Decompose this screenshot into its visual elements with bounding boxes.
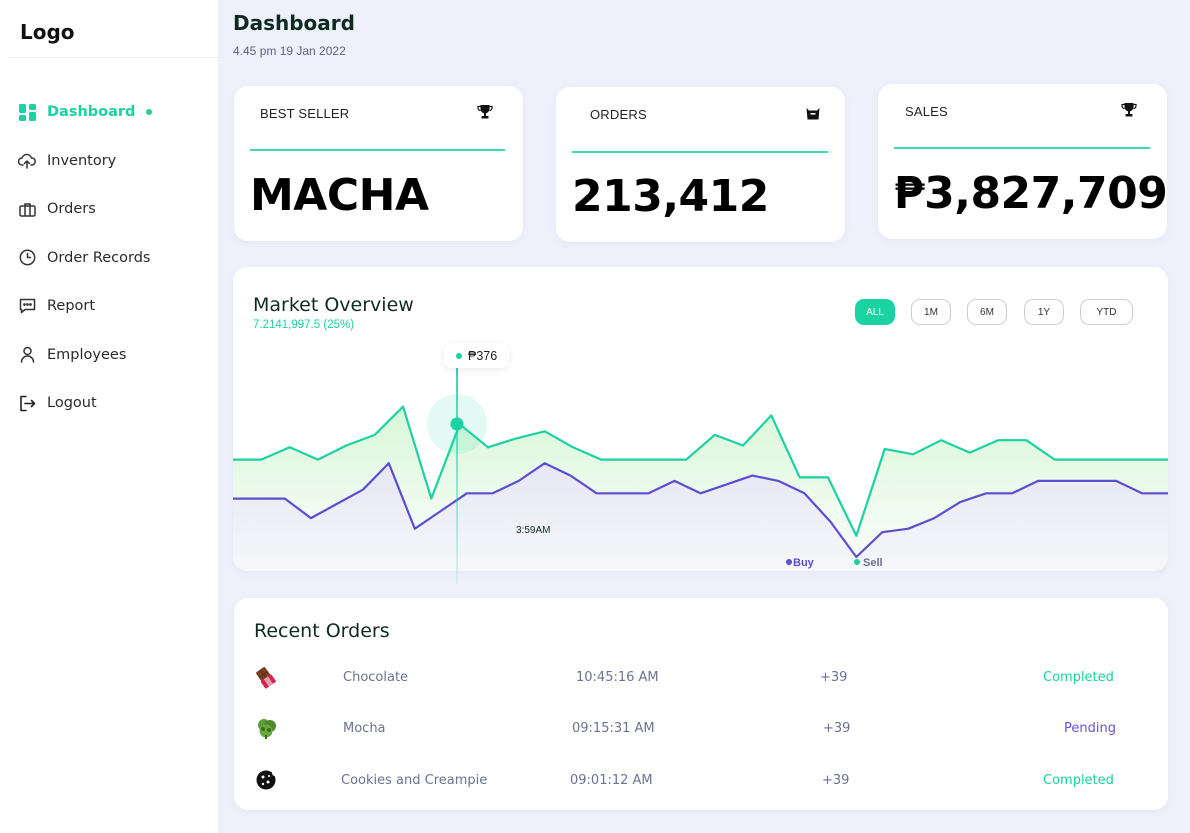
range-6m-button[interactable]: 6M — [967, 299, 1007, 325]
sidebar-item-report[interactable]: Report — [18, 282, 208, 331]
order-time: 10:45:16 AM — [576, 670, 659, 685]
trophy-icon — [1121, 102, 1139, 120]
order-item-name: Cookies and Creampie — [341, 773, 488, 788]
best-seller-card: BEST SELLER MACHA — [234, 86, 523, 241]
chart-tooltip: ₱376 — [444, 343, 510, 368]
order-status-badge: Completed — [1043, 773, 1114, 788]
sidebar-item-label: Report — [47, 298, 96, 315]
page-datetime: 4.45 pm 19 Jan 2022 — [233, 44, 346, 58]
sidebar-item-inventory[interactable]: Inventory — [18, 137, 208, 186]
sidebar-item-label: Dashboard — [47, 104, 136, 121]
active-dot — [146, 109, 153, 116]
order-qty: +39 — [820, 670, 848, 685]
market-overview-card: Market Overview 7.2141,997.5 (25%) ALL 1… — [233, 267, 1168, 571]
range-1m-button[interactable]: 1M — [911, 299, 951, 325]
logo[interactable]: Logo — [20, 20, 75, 44]
sidebar-item-orders[interactable]: Orders — [18, 185, 208, 234]
cloud-upload-icon — [18, 152, 36, 170]
briefcase-icon — [18, 200, 36, 218]
bag-icon — [805, 105, 823, 123]
sidebar-item-label: Order Records — [47, 249, 151, 266]
sidebar-nav: Dashboard Inventory Orders Order Records — [18, 88, 208, 428]
chat-icon — [18, 297, 36, 315]
logout-icon — [18, 394, 36, 412]
order-time: 09:15:31 AM — [572, 721, 655, 736]
sales-label: SALES — [905, 104, 948, 119]
order-item-name: Chocolate — [343, 670, 409, 685]
sidebar: Logo Dashboard Inventory Orders Order Re… — [0, 0, 218, 833]
recent-orders-title: Recent Orders — [254, 620, 390, 642]
tooltip-value: ₱376 — [468, 348, 498, 363]
clock-icon — [18, 249, 36, 267]
range-1y-button[interactable]: 1Y — [1024, 299, 1064, 325]
table-row[interactable]: Chocolate 10:45:16 AM +39 Completed — [234, 664, 1169, 694]
cookie-icon — [254, 767, 280, 797]
dashboard-grid-icon — [18, 103, 36, 121]
user-icon — [18, 346, 36, 364]
orders-card: ORDERS 213,412 — [556, 87, 845, 242]
sidebar-item-order-records[interactable]: Order Records — [18, 234, 208, 283]
sidebar-item-label: Logout — [47, 395, 97, 412]
sales-card: SALES ₱3,827,709 — [878, 84, 1168, 239]
orders-value: 213,412 — [572, 171, 769, 222]
range-ytd-button[interactable]: YTD — [1080, 299, 1133, 325]
order-qty: +39 — [822, 773, 850, 788]
sales-divider — [894, 147, 1150, 149]
sidebar-item-label: Inventory — [47, 152, 117, 169]
tooltip-dot — [456, 352, 462, 359]
order-qty: +39 — [823, 721, 851, 736]
sidebar-item-label: Orders — [47, 201, 96, 218]
table-row[interactable]: Cookies and Creampie 09:01:12 AM +39 Com… — [234, 767, 1169, 797]
sales-value: ₱3,827,709 — [894, 168, 1168, 219]
range-all-button[interactable]: ALL — [855, 299, 895, 325]
orders-label: ORDERS — [590, 107, 647, 122]
orders-divider — [572, 151, 828, 153]
sidebar-item-dashboard[interactable]: Dashboard — [18, 88, 208, 137]
order-time: 09:01:12 AM — [570, 773, 653, 788]
sidebar-item-label: Employees — [47, 346, 127, 363]
chocolate-icon — [254, 664, 280, 694]
best-seller-value: MACHA — [250, 170, 429, 221]
best-seller-divider — [250, 149, 505, 151]
logo-divider — [8, 57, 218, 58]
page-title: Dashboard — [233, 11, 355, 35]
market-overview-title: Market Overview — [253, 294, 414, 316]
order-status-badge: Pending — [1064, 721, 1116, 736]
sidebar-item-logout[interactable]: Logout — [18, 379, 208, 428]
order-status-badge: Completed — [1043, 670, 1114, 685]
table-row[interactable]: Mocha 09:15:31 AM +39 Pending — [234, 715, 1169, 745]
trophy-icon — [477, 104, 495, 122]
order-item-name: Mocha — [343, 721, 386, 736]
recent-orders-card: Recent Orders Chocolate 10:45:16 AM +39 … — [234, 598, 1168, 810]
best-seller-label: BEST SELLER — [260, 106, 350, 121]
mocha-icon — [254, 715, 280, 745]
market-overview-change: 7.2141,997.5 (25%) — [253, 319, 355, 331]
sidebar-item-employees[interactable]: Employees — [18, 331, 208, 380]
